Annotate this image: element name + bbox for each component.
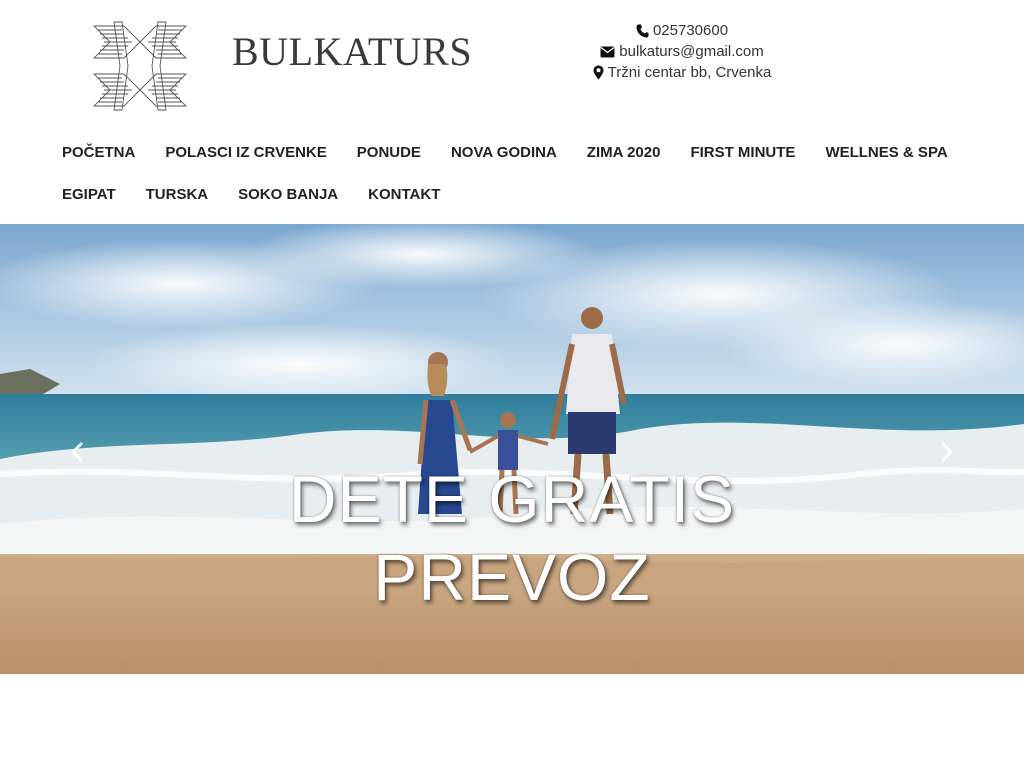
nav-item-nova-godina[interactable]: NOVA GODINA — [436, 144, 572, 161]
nav-row-2: EGIPAT TURSKA SOKO BANJA KONTAKT — [47, 173, 987, 215]
envelope-icon — [600, 46, 615, 57]
star-ornament-logo-icon — [92, 21, 188, 111]
carousel-prev-button[interactable] — [62, 432, 92, 472]
nav-item-zima-2020[interactable]: ZIMA 2020 — [572, 144, 676, 161]
nav-item-pocetna[interactable]: POČETNA — [47, 144, 150, 161]
hero-caption-line-1: DETE GRATIS — [288, 462, 736, 536]
nav-item-first-minute[interactable]: FIRST MINUTE — [675, 144, 810, 161]
nav-row-1: POČETNA POLASCI IZ CRVENKE PONUDE NOVA G… — [47, 131, 987, 173]
brand-name[interactable]: BULKATURS — [232, 30, 472, 74]
nav-item-polasci-iz-crvenke[interactable]: POLASCI IZ CRVENKE — [150, 144, 341, 161]
nav-item-ponude[interactable]: PONUDE — [342, 144, 436, 161]
hero-caption: DETE GRATIS PREVOZ — [212, 460, 812, 616]
nav-item-wellnes-spa[interactable]: WELLNES & SPA — [810, 144, 962, 161]
contact-phone[interactable]: 025730600 — [653, 20, 728, 41]
hero-carousel[interactable]: DETE GRATIS PREVOZ — [0, 224, 1024, 674]
site-header: BULKATURS 025730600 bulkaturs@gmail.com … — [0, 0, 1024, 224]
phone-icon — [636, 24, 649, 37]
nav-item-turska[interactable]: TURSKA — [131, 186, 224, 203]
chevron-right-icon — [940, 441, 954, 463]
contact-email[interactable]: bulkaturs@gmail.com — [619, 41, 763, 62]
logo[interactable] — [84, 20, 196, 112]
chevron-left-icon — [70, 441, 84, 463]
contact-info: 025730600 bulkaturs@gmail.com Tržni cent… — [540, 20, 824, 83]
contact-phone-row: 025730600 — [540, 20, 824, 41]
contact-address-row: Tržni centar bb, Crvenka — [540, 62, 824, 83]
contact-address: Tržni centar bb, Crvenka — [607, 64, 772, 81]
nav-item-soko-banja[interactable]: SOKO BANJA — [223, 186, 353, 203]
map-marker-icon — [593, 65, 604, 80]
nav-item-kontakt[interactable]: KONTAKT — [353, 186, 455, 203]
carousel-next-button[interactable] — [932, 432, 962, 472]
main-nav: POČETNA POLASCI IZ CRVENKE PONUDE NOVA G… — [47, 131, 987, 215]
contact-email-row: bulkaturs@gmail.com — [540, 41, 824, 62]
nav-item-egipat[interactable]: EGIPAT — [47, 186, 131, 203]
hero-caption-line-2: PREVOZ — [373, 540, 651, 614]
